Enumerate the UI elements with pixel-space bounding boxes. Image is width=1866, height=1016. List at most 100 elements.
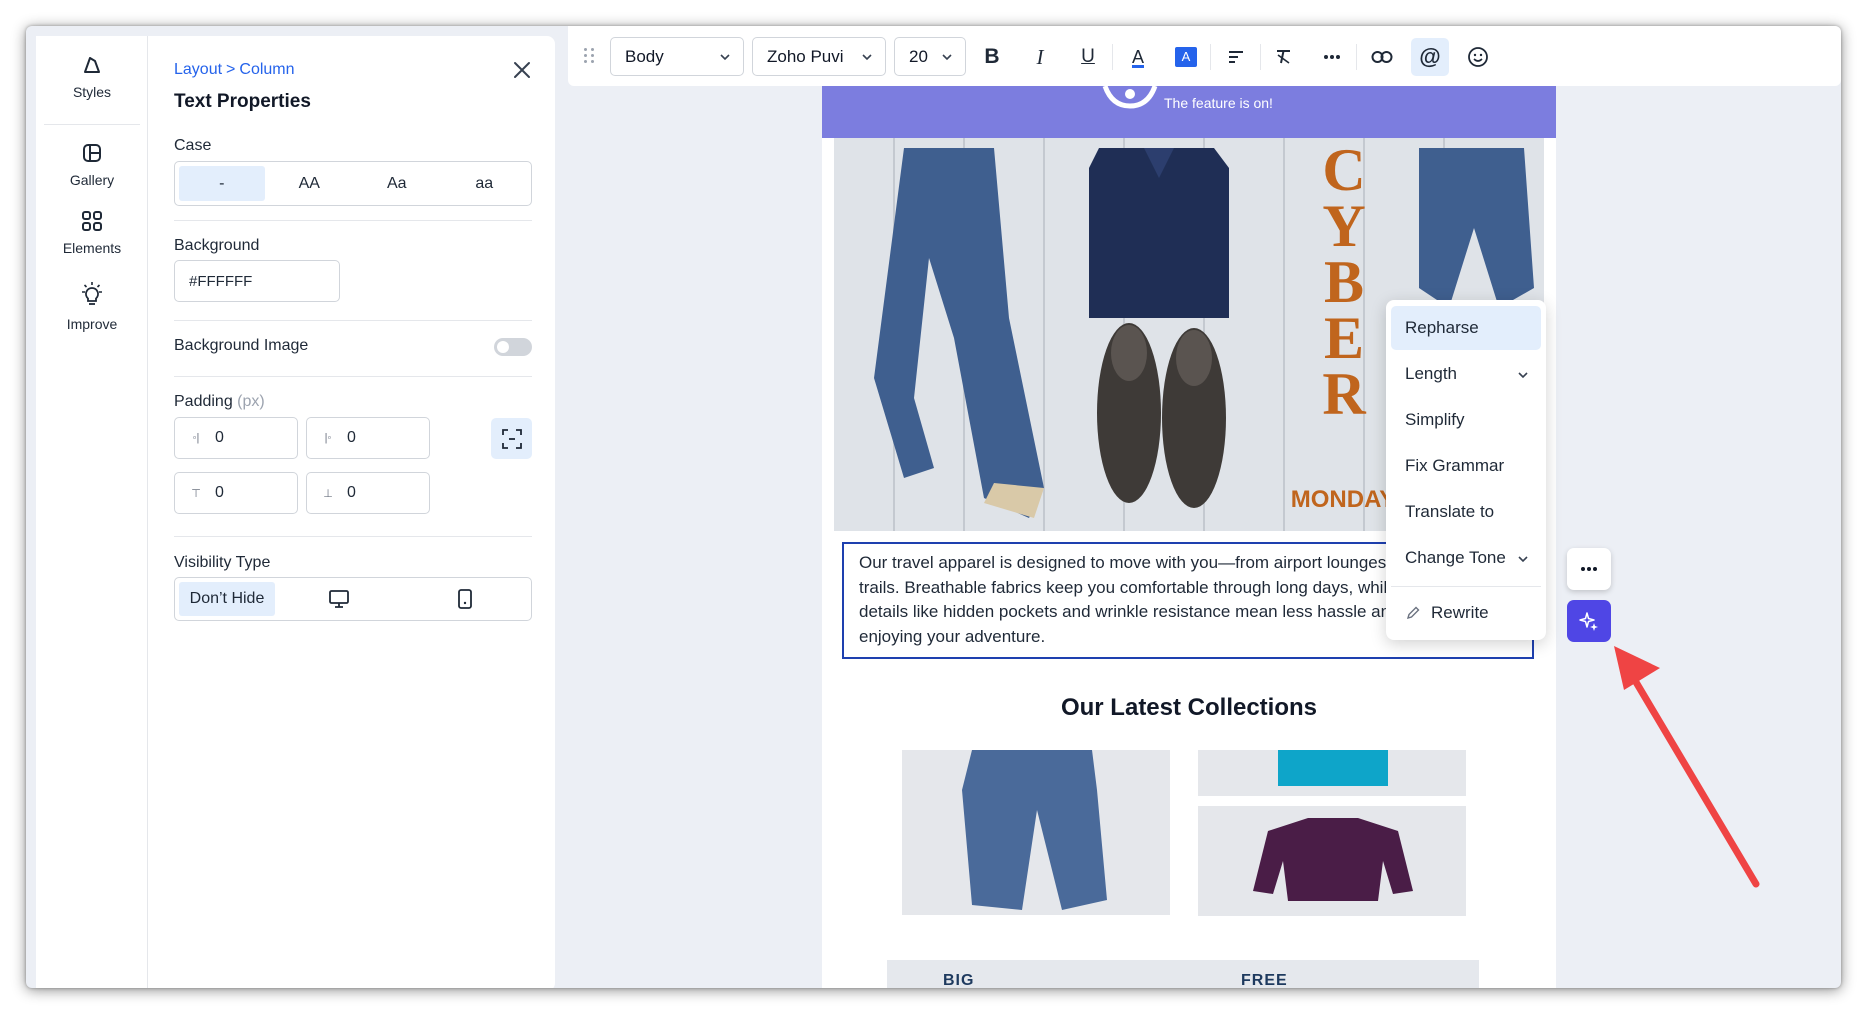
chevron-down-icon bbox=[942, 54, 952, 61]
format-toolbar: Body Zoho Puvi 20 B I U A A @ bbox=[568, 26, 1841, 86]
pencil-icon bbox=[1406, 606, 1420, 620]
case-label: Case bbox=[174, 137, 212, 154]
menu-item-fix-grammar[interactable]: Fix Grammar bbox=[1391, 444, 1541, 488]
rail-label: Improve bbox=[66, 316, 118, 332]
padding-left-value: 0 bbox=[215, 429, 224, 446]
paragraph-style-select[interactable]: Body bbox=[610, 37, 744, 76]
menu-item-change-tone[interactable]: Change Tone bbox=[1391, 536, 1541, 580]
panel-title: Text Properties bbox=[174, 91, 311, 112]
divider bbox=[174, 220, 532, 221]
promo-banner: BIG SHOPPING FREE SHIPPING bbox=[887, 960, 1479, 988]
clear-format-icon[interactable] bbox=[1268, 41, 1300, 73]
chevron-down-icon bbox=[862, 54, 872, 61]
case-option-upper[interactable]: AA bbox=[267, 166, 353, 201]
padding-label-text: Padding bbox=[174, 393, 233, 410]
visibility-dont-hide[interactable]: Don’t Hide bbox=[179, 582, 275, 616]
padding-all-icon bbox=[501, 428, 522, 449]
font-size-select[interactable]: 20 bbox=[894, 37, 966, 76]
sparkle-icon bbox=[1579, 612, 1598, 631]
annotation-arrow-icon bbox=[1614, 646, 1760, 888]
rail-label: Elements bbox=[62, 240, 122, 256]
divider bbox=[1260, 44, 1261, 70]
paragraph-style-value: Body bbox=[625, 46, 664, 66]
highlight-color-icon: A bbox=[1175, 47, 1197, 67]
padding-top-input[interactable]: ⊤ 0 bbox=[174, 472, 298, 514]
text-color-icon[interactable]: A bbox=[1122, 41, 1154, 73]
hero-letter: R bbox=[1322, 361, 1366, 427]
case-option-none[interactable]: - bbox=[179, 166, 265, 201]
menu-item-length-label: Length bbox=[1405, 364, 1457, 383]
divider bbox=[174, 320, 532, 321]
rail-label: Styles bbox=[72, 84, 112, 100]
padding-label: Padding (px) bbox=[174, 393, 265, 411]
gallery-icon bbox=[83, 144, 101, 162]
menu-item-rewrite[interactable]: Rewrite bbox=[1391, 591, 1541, 635]
breadcrumb-separator: > bbox=[226, 61, 236, 78]
divider bbox=[1210, 44, 1211, 70]
link-icon[interactable] bbox=[1366, 41, 1398, 73]
background-color-input[interactable]: #FFFFFF bbox=[174, 260, 340, 302]
menu-item-rephrase[interactable]: Repharse bbox=[1391, 306, 1541, 350]
chevron-down-icon bbox=[1518, 556, 1528, 563]
align-icon[interactable] bbox=[1220, 41, 1252, 73]
padding-bottom-input[interactable]: ⊥ 0 bbox=[306, 472, 430, 514]
menu-item-simplify[interactable]: Simplify bbox=[1391, 398, 1541, 442]
more-icon[interactable] bbox=[1316, 41, 1348, 73]
font-family-select[interactable]: Zoho Puvi bbox=[752, 37, 886, 76]
visibility-hide-mobile[interactable] bbox=[403, 582, 527, 616]
ai-assist-button[interactable] bbox=[1567, 600, 1611, 642]
app-window: Styles Gallery Elements Improve Layout > C… bbox=[26, 26, 1841, 988]
padding-right-value: 0 bbox=[347, 429, 356, 446]
rail-item-styles[interactable]: Styles bbox=[36, 52, 148, 100]
padding-left-input[interactable]: ◦| 0 bbox=[174, 417, 298, 459]
rail-item-gallery[interactable]: Gallery bbox=[36, 140, 148, 188]
collection-tile-sweater[interactable] bbox=[1198, 806, 1466, 916]
padding-bottom-icon: ⊥ bbox=[323, 487, 333, 500]
collection-tile-tshirt[interactable] bbox=[1198, 750, 1466, 796]
menu-item-length[interactable]: Length bbox=[1391, 352, 1541, 396]
divider bbox=[1391, 586, 1541, 587]
promo-free-shipping: FREE SHIPPING bbox=[1241, 972, 1288, 988]
italic-icon[interactable]: I bbox=[1024, 41, 1056, 73]
divider bbox=[174, 376, 532, 377]
case-option-lower[interactable]: aa bbox=[442, 166, 528, 201]
hero-letter: C bbox=[1322, 138, 1366, 203]
emoji-icon[interactable] bbox=[1462, 41, 1494, 73]
more-options-button[interactable] bbox=[1567, 548, 1611, 590]
menu-item-translate[interactable]: Translate to bbox=[1391, 490, 1541, 534]
padding-top-icon: ⊤ bbox=[191, 487, 201, 500]
breadcrumb-layout[interactable]: Layout bbox=[174, 61, 222, 78]
underline-icon[interactable]: U bbox=[1072, 41, 1104, 73]
padding-right-input[interactable]: |◦ 0 bbox=[306, 417, 430, 459]
divider bbox=[1112, 44, 1113, 70]
rail-item-elements[interactable]: Elements bbox=[36, 208, 148, 256]
case-option-title[interactable]: Aa bbox=[354, 166, 440, 201]
case-selector: - AA Aa aa bbox=[174, 161, 532, 206]
email-banner: The feature is on! bbox=[822, 86, 1556, 138]
chevron-down-icon bbox=[720, 54, 730, 61]
chevron-down-icon bbox=[1518, 372, 1528, 379]
breadcrumb-column[interactable]: Column bbox=[239, 61, 294, 78]
rail-item-improve[interactable]: Improve bbox=[36, 280, 148, 332]
highlight-color-button[interactable]: A bbox=[1170, 41, 1202, 73]
breadcrumb: Layout > Column bbox=[174, 61, 295, 79]
divider bbox=[1356, 44, 1357, 70]
collection-tile-jeans[interactable] bbox=[902, 750, 1170, 915]
background-label: Background bbox=[174, 237, 260, 254]
rail-label: Gallery bbox=[69, 172, 115, 188]
drag-handle-icon[interactable] bbox=[584, 48, 596, 64]
mobile-icon bbox=[458, 589, 472, 609]
visibility-selector: Don’t Hide bbox=[174, 577, 532, 621]
mention-icon[interactable]: @ bbox=[1411, 38, 1449, 76]
close-icon[interactable] bbox=[510, 58, 534, 82]
hero-letter: B bbox=[1323, 249, 1365, 315]
padding-unit: (px) bbox=[237, 393, 265, 410]
hero-letter: Y bbox=[1322, 193, 1366, 259]
bold-icon[interactable]: B bbox=[976, 41, 1008, 73]
padding-link-toggle[interactable] bbox=[491, 418, 532, 459]
background-image-toggle[interactable] bbox=[494, 338, 532, 356]
padding-bottom-value: 0 bbox=[347, 484, 356, 501]
background-image-label: Background Image bbox=[174, 337, 309, 354]
promo-big-shopping: BIG SHOPPING bbox=[943, 972, 975, 988]
visibility-hide-desktop[interactable] bbox=[277, 582, 401, 616]
